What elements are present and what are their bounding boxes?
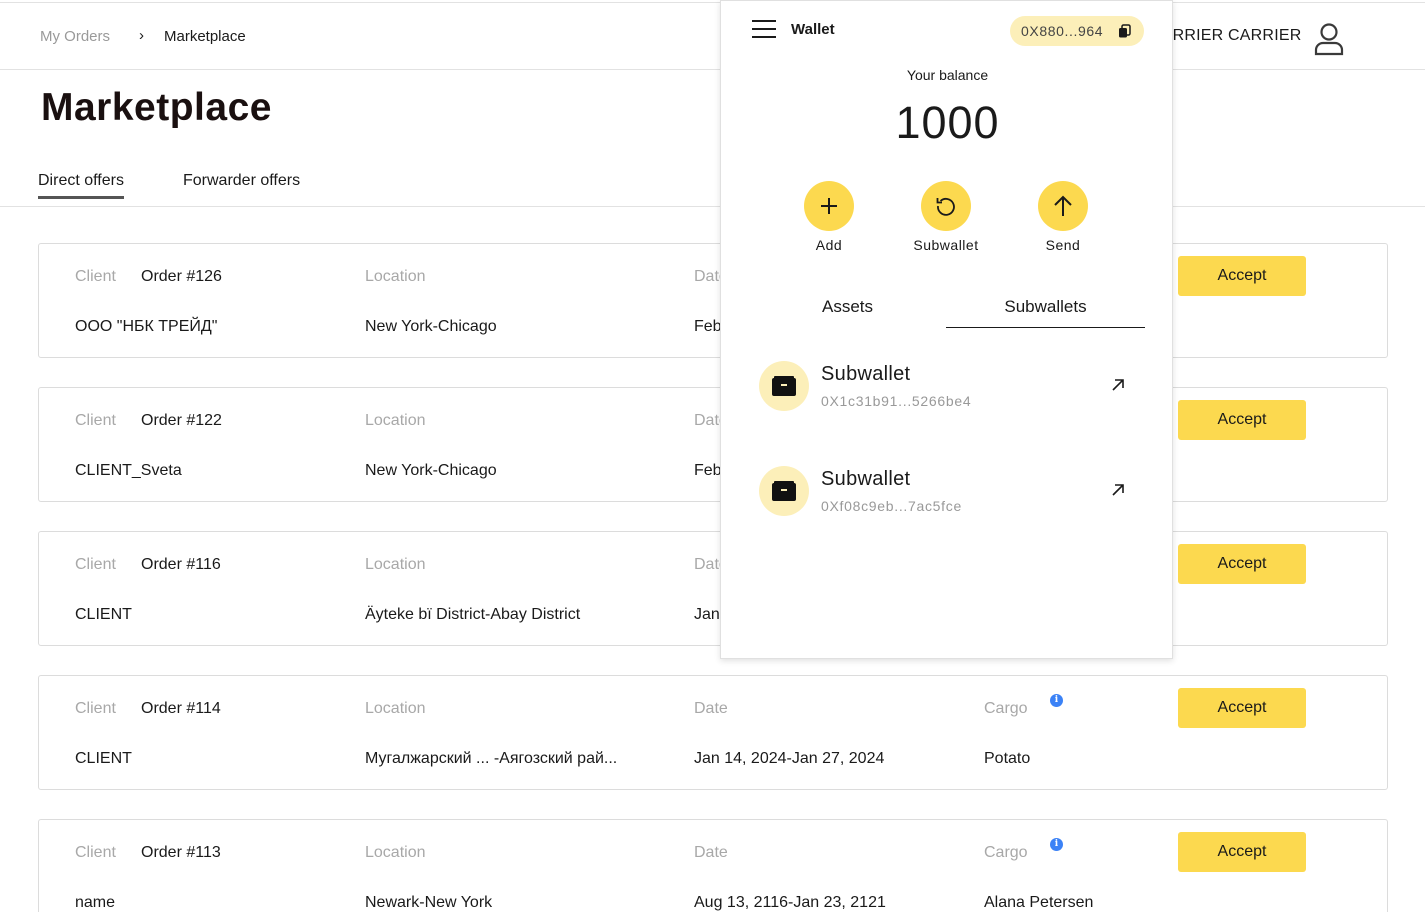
external-link-icon[interactable] (1110, 482, 1126, 498)
client-label: Client (75, 412, 116, 429)
order-card: Client Order #116 Location Date CLIENT Ä… (38, 531, 1388, 646)
balance-value: 1000 (895, 97, 1000, 148)
cargo-value: Potato (984, 750, 1031, 767)
subwallet-label: Subwallet (913, 237, 979, 253)
send-action[interactable]: Send (1013, 181, 1113, 253)
external-link-icon[interactable] (1110, 377, 1126, 393)
accept-button[interactable]: Accept (1178, 832, 1306, 872)
breadcrumb-current: Marketplace (164, 28, 246, 45)
order-card: Client Order #126 Location Date ООО "НБК… (38, 243, 1388, 358)
location-value: Newark-New York (365, 894, 493, 911)
subwallet-name: Subwallet (821, 468, 911, 490)
wallet-address-chip[interactable]: 0X880...964 (1010, 16, 1144, 46)
cargo-label: Cargo (984, 844, 1028, 861)
copy-icon[interactable] (1118, 24, 1131, 38)
wallet-icon (759, 361, 809, 411)
refresh-icon (936, 198, 955, 216)
client-value: ООО "НБК ТРЕЙД" (75, 318, 218, 335)
order-number: Order #126 (141, 268, 222, 285)
location-value: Äyteke bï District-Abay District (365, 606, 581, 623)
location-label: Location (365, 700, 426, 717)
date-value: Feb (694, 318, 722, 335)
client-value: CLIENT (75, 606, 132, 623)
arrow-up-icon (1054, 195, 1072, 216)
client-label: Client (75, 844, 116, 861)
user-avatar-icon[interactable] (1313, 22, 1345, 56)
wallet-title: Wallet (791, 21, 835, 38)
order-number: Order #114 (141, 700, 221, 717)
info-icon[interactable]: i (1050, 694, 1063, 707)
location-label: Location (365, 412, 426, 429)
client-label: Client (75, 556, 116, 573)
location-label: Location (365, 268, 426, 285)
page-title: Marketplace (41, 86, 272, 129)
add-action[interactable]: Add (779, 181, 879, 253)
subwallet-list-item[interactable]: Subwallet 0Xf08c9eb...7ac5fce (759, 466, 1139, 526)
subwallet-button[interactable] (921, 181, 971, 231)
subwallet-address: 0X1c31b91...5266be4 (821, 393, 972, 409)
client-value: CLIENT_Sveta (75, 462, 182, 479)
order-number: Order #122 (141, 412, 222, 429)
accept-button[interactable]: Accept (1178, 400, 1306, 440)
hamburger-menu-icon[interactable] (752, 20, 776, 40)
location-label: Location (365, 844, 426, 861)
order-number: Order #116 (141, 556, 221, 573)
info-icon[interactable]: i (1050, 838, 1063, 851)
order-card: Client Order #114 Location Date Cargo i … (38, 675, 1388, 790)
subwallet-action[interactable]: Subwallet (896, 181, 996, 253)
breadcrumb-separator: › (139, 27, 144, 44)
date-label: Date (694, 844, 728, 861)
plus-icon (821, 198, 837, 214)
date-value: Jan 14, 2024-Jan 27, 2024 (694, 750, 885, 767)
wallet-icon (759, 466, 809, 516)
order-card: Client Order #113 Location Date Cargo i … (38, 819, 1388, 912)
breadcrumb-my-orders[interactable]: My Orders (40, 28, 110, 45)
subwallet-address: 0Xf08c9eb...7ac5fce (821, 498, 962, 514)
order-number: Order #113 (141, 844, 221, 861)
date-value: Jan (694, 606, 720, 623)
send-label: Send (1045, 237, 1081, 253)
subwallet-name: Subwallet (821, 363, 911, 385)
client-value: name (75, 894, 116, 911)
cargo-label: Cargo (984, 700, 1028, 717)
send-button[interactable] (1038, 181, 1088, 231)
tab-assets[interactable]: Assets (781, 297, 914, 317)
balance-label: Your balance (906, 67, 989, 83)
client-label: Client (75, 700, 116, 717)
location-value: New York-Chicago (365, 318, 497, 335)
tab-direct-offers[interactable]: Direct offers (38, 172, 124, 199)
client-value: CLIENT (75, 750, 132, 767)
add-label: Add (815, 237, 843, 253)
tabs-divider (0, 206, 1425, 207)
wallet-panel: Wallet 0X880...964 Your balance 1000 Add… (720, 0, 1173, 659)
accept-button[interactable]: Accept (1178, 688, 1306, 728)
wallet-address: 0X880...964 (1021, 23, 1104, 39)
accept-button[interactable]: Accept (1178, 256, 1306, 296)
date-value: Aug 13, 2116-Jan 23, 2121 (694, 894, 886, 911)
date-label: Date (694, 700, 728, 717)
location-label: Location (365, 556, 426, 573)
cargo-value: Alana Petersen (984, 894, 1094, 911)
location-value: Мугалжарский ... -Аягозский рай... (365, 750, 618, 767)
tab-forwarder-offers[interactable]: Forwarder offers (183, 172, 300, 196)
tab-subwallets[interactable]: Subwallets (946, 297, 1145, 328)
subwallet-list-item[interactable]: Subwallet 0X1c31b91...5266be4 (759, 361, 1139, 421)
order-card: Client Order #122 Location Date CLIENT_S… (38, 387, 1388, 502)
accept-button[interactable]: Accept (1178, 544, 1306, 584)
add-button[interactable] (804, 181, 854, 231)
date-value: Feb (694, 462, 722, 479)
client-label: Client (75, 268, 116, 285)
location-value: New York-Chicago (365, 462, 497, 479)
top-bar: My Orders › Marketplace CARRIER CARRIER (0, 2, 1425, 70)
